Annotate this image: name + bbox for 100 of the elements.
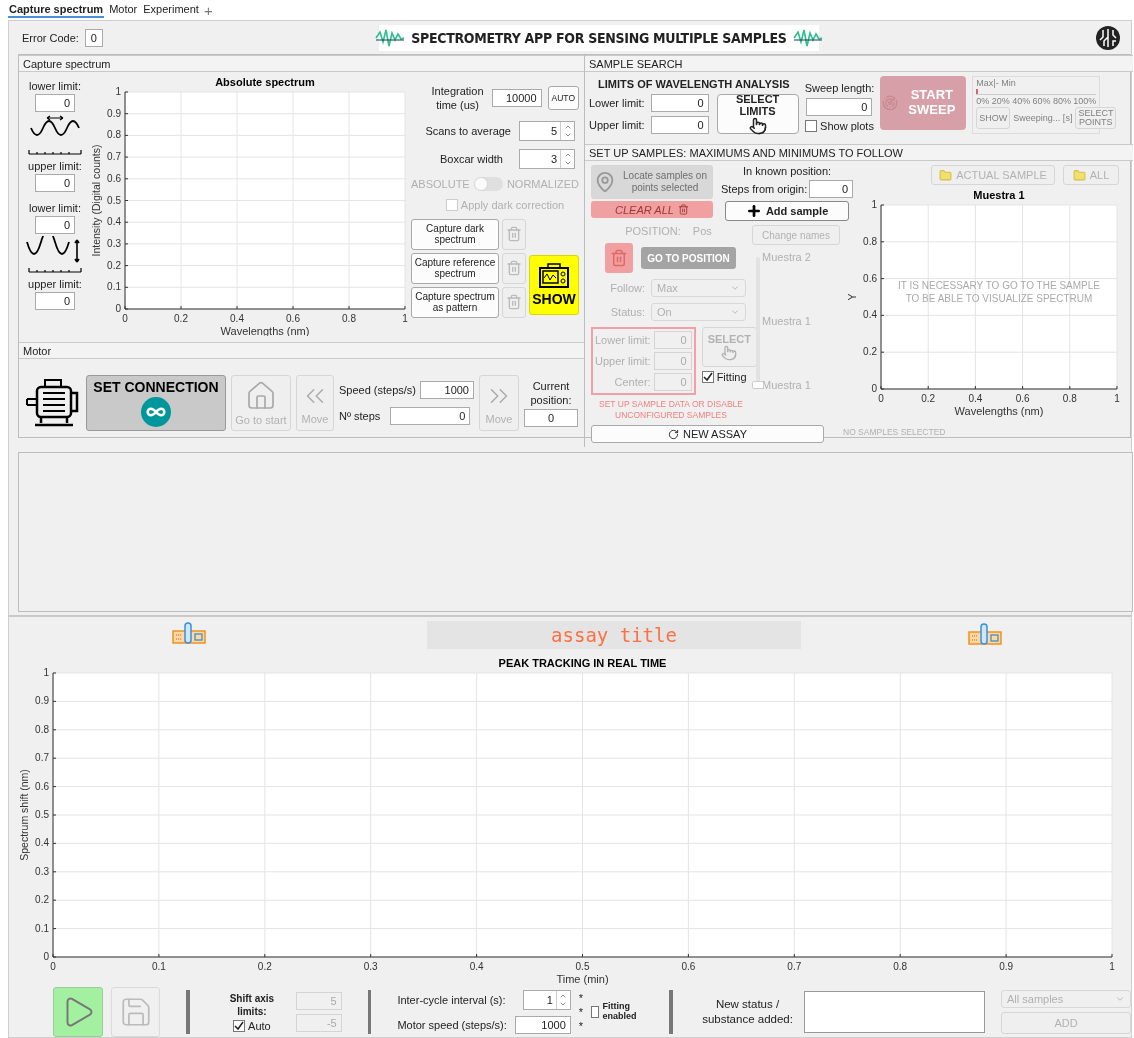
fitting-enabled-checkbox[interactable]: Fitting enabled: [591, 1002, 644, 1022]
gauge-label: Max|- Min: [976, 78, 1017, 88]
panel-title: Capture spectrum: [19, 55, 584, 72]
chart-title: Muestra 1: [973, 189, 1025, 201]
input-field[interactable]: 0: [650, 94, 709, 112]
tick-label: 1: [871, 199, 877, 210]
hand-pointer-icon: [748, 117, 767, 135]
position-field: 0: [524, 409, 578, 428]
tick-label: 0.6: [1015, 393, 1030, 404]
map-pin-icon: [594, 171, 616, 193]
field-label: Boxcar width: [440, 152, 503, 165]
position-value: Pos: [692, 225, 712, 237]
capture-button[interactable]: Capture reference spectrum: [411, 252, 499, 284]
input-field[interactable]: 0: [35, 94, 75, 112]
arrow-down-icon: [559, 1000, 568, 1008]
toggle-label: NORMALIZED: [506, 177, 579, 190]
checkmark-icon: [702, 372, 713, 382]
input-field[interactable]: 0: [35, 216, 75, 234]
input-field[interactable]: 1000: [420, 381, 474, 400]
chart-title: Absolute spectrum: [215, 76, 315, 88]
show-button[interactable]: SHOW: [976, 107, 1011, 129]
field-label: Upper limit:: [589, 119, 645, 131]
input-field[interactable]: 0: [809, 180, 854, 198]
field-label: Integration time (us): [430, 84, 485, 113]
field-label: upper limit:: [28, 278, 82, 290]
auto-checkbox[interactable]: Auto: [233, 1020, 271, 1032]
refresh-icon: [668, 428, 679, 440]
fitting-checkbox[interactable]: Fitting: [701, 371, 758, 383]
tick-label: 0%: [976, 96, 990, 106]
tick-label: 0.6: [286, 313, 300, 324]
field-label: Current position:: [529, 378, 573, 408]
field-label: Speed (steps/s): [338, 384, 416, 397]
axis-label: Intensity (Digital counts): [90, 144, 102, 257]
checkmark-icon: [234, 1021, 245, 1031]
tick-label: 1: [402, 313, 408, 324]
tick-label: 100%: [1073, 96, 1097, 106]
tick-label: 0.5: [575, 961, 590, 972]
error-code-label: Error Code:: [22, 31, 79, 44]
oscilloscope-icon: [538, 263, 570, 290]
add-tab-button[interactable]: +: [203, 2, 213, 18]
status-input[interactable]: [804, 991, 985, 1033]
tick-label: 0.6: [107, 172, 121, 184]
input-field[interactable]: 0: [390, 407, 471, 426]
capture-button[interactable]: Capture spectrum as pattern: [411, 286, 499, 318]
section-heading: LIMITS OF WAVELENGTH ANALYSIS: [598, 78, 790, 90]
input-field[interactable]: 1000: [514, 1016, 571, 1034]
add-sample-button[interactable]: Add sample: [725, 201, 850, 221]
folder-icon: [1072, 168, 1086, 182]
select-limits-button[interactable]: SELECT LIMITS: [716, 94, 799, 134]
capture-button[interactable]: Capture dark spectrum: [411, 218, 499, 250]
tick-label: 0.4: [469, 961, 484, 972]
spinner-field[interactable]: 1: [522, 990, 571, 1010]
input-field[interactable]: 0: [35, 174, 75, 192]
field-label: Nº steps: [338, 410, 381, 423]
input-field[interactable]: 0: [650, 116, 709, 134]
trash-icon: [677, 204, 689, 215]
field-label: Inter-cycle interval (s):: [397, 994, 506, 1006]
arrow-up-icon: [559, 992, 568, 1000]
set-connection-button[interactable]: SET CONNECTION: [86, 375, 226, 432]
tick-label: 0.2: [107, 259, 121, 271]
tick-label: 0: [871, 383, 877, 394]
caret-icon: [1115, 994, 1125, 1004]
tab[interactable]: Experiment: [142, 2, 200, 18]
tick-label: 0.1: [151, 961, 166, 972]
spinner-field[interactable]: 5: [519, 120, 575, 141]
auto-button[interactable]: AUTO: [547, 86, 579, 111]
wave-height-icon: [25, 236, 85, 276]
tick-label: 0.9: [107, 107, 121, 119]
tick-label: 0.6: [35, 780, 49, 792]
play-button[interactable]: [53, 987, 103, 1037]
tick-label: 20%: [991, 96, 1010, 106]
input-field[interactable]: 0: [806, 98, 873, 116]
show-plots-checkbox[interactable]: Show plots: [805, 120, 874, 132]
slider-label: Muestra 1: [762, 315, 811, 327]
tick-label: 0.3: [35, 865, 49, 877]
panel-title: SET UP SAMPLES: MAXIMUMS AND MINIMUMS TO FOLLOW: [585, 144, 1133, 161]
toggle-label: ABSOLUTE: [411, 177, 470, 190]
tick-label: 1: [1109, 961, 1115, 972]
tab[interactable]: Capture spectrum: [8, 2, 105, 18]
spinner-field[interactable]: 3: [519, 148, 575, 169]
axis-label: Time (min): [556, 973, 609, 985]
tab[interactable]: Motor: [108, 2, 139, 18]
circuit-icon: [1095, 24, 1121, 51]
status-note: NO SAMPLES SELECTED: [843, 427, 946, 437]
field-label: Motor speed (steps/s):: [397, 1019, 507, 1031]
tick-label: 0.8: [35, 723, 49, 735]
field-label: lower limit:: [29, 202, 81, 214]
trash-icon: [506, 294, 522, 311]
tick-label: 0.2: [863, 346, 877, 358]
input-field[interactable]: 0: [35, 292, 75, 310]
select-points-button[interactable]: SELECT POINTS: [1075, 107, 1117, 129]
tick-label: 0.7: [107, 151, 121, 163]
plus-icon: [745, 203, 762, 219]
field-label: POSITION:: [625, 225, 681, 237]
tick-label: 0.8: [863, 235, 877, 247]
show-button[interactable]: SHOW: [529, 255, 579, 316]
new-assay-button[interactable]: NEW ASSAY: [591, 425, 824, 444]
field-label: Upper limit:: [595, 355, 651, 367]
input-field[interactable]: 10000: [491, 89, 542, 108]
field-label: Scans to average: [425, 124, 511, 137]
